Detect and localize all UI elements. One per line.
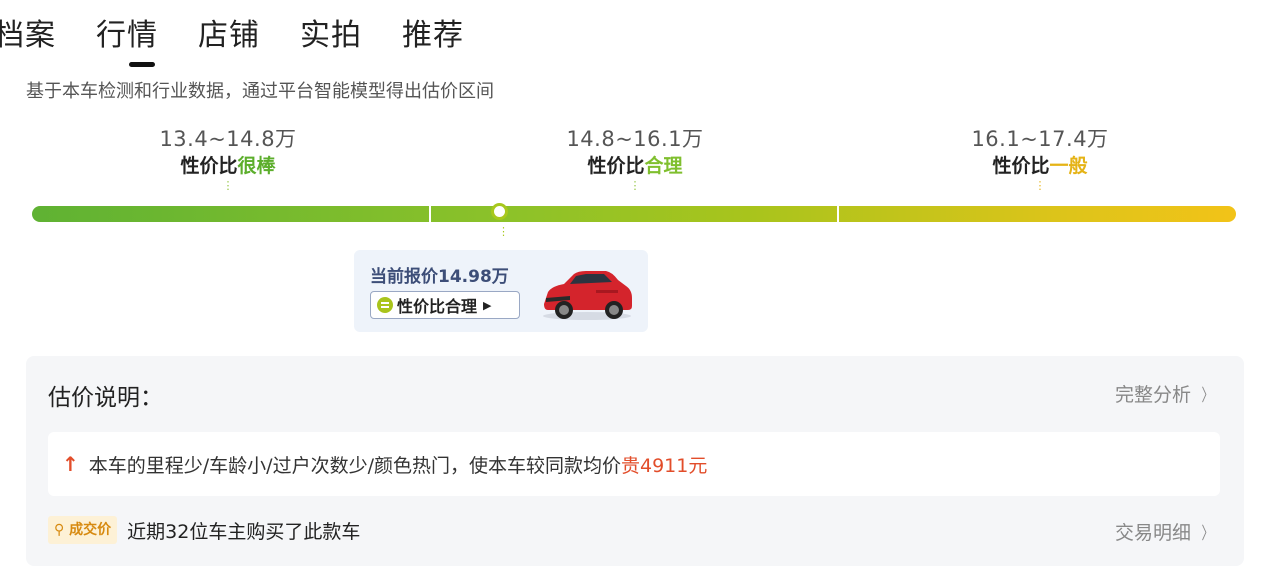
full-analysis-link[interactable]: 完整分析〉 bbox=[1115, 380, 1216, 407]
valuation-explanation-panel: 估价说明： 完整分析〉 ↑ 本车的里程少/车龄小/过户次数少/颜色热门，使本车较… bbox=[26, 356, 1244, 566]
marker-connector: ⋮ bbox=[498, 225, 509, 238]
tab-photos[interactable]: 实拍 bbox=[300, 14, 362, 58]
bar-separator bbox=[429, 206, 431, 222]
arrow-up-icon: ↑ bbox=[62, 452, 79, 476]
value-verdict-label: 性价比合理 bbox=[397, 297, 478, 316]
chevron-right-icon: 〉 bbox=[1201, 524, 1214, 544]
tab-bar: 档案 行情 店铺 实拍 推荐 bbox=[0, 14, 504, 67]
dotted-connector: ⋮ bbox=[629, 179, 641, 192]
range-verdict: 性价比一般 bbox=[992, 155, 1088, 177]
reason-highlight: 贵4911元 bbox=[620, 454, 708, 477]
value-verdict-button[interactable]: 性价比合理 ▶ bbox=[370, 291, 520, 319]
play-triangle-icon: ▶ bbox=[483, 298, 492, 312]
bar-separator bbox=[837, 206, 839, 222]
dotted-connector: ⋮ bbox=[1034, 179, 1046, 192]
transaction-details-link[interactable]: 交易明细〉 bbox=[1115, 518, 1216, 545]
valuation-reason: ↑ 本车的里程少/车龄小/过户次数少/颜色热门，使本车较同款均价 贵4911元 bbox=[48, 432, 1220, 496]
deal-text: 近期32位车主购买了此款车 bbox=[127, 520, 361, 543]
tab-recommend[interactable]: 推荐 bbox=[402, 14, 464, 58]
range-verdict: 性价比合理 bbox=[587, 155, 683, 177]
deal-price-badge: ⚲ 成交价 bbox=[48, 516, 118, 544]
valuation-description: 基于本车检测和行业数据，通过平台智能模型得出估价区间 bbox=[26, 81, 494, 102]
current-price-marker bbox=[491, 203, 508, 220]
range-verdict: 性价比很棒 bbox=[180, 155, 276, 177]
dotted-connector: ⋮ bbox=[222, 179, 234, 192]
current-quote-label: 当前报价14.98万 bbox=[370, 267, 509, 287]
range-price: 14.8~16.1万 bbox=[566, 127, 704, 151]
tab-archive[interactable]: 档案 bbox=[0, 14, 56, 58]
panel-title: 估价说明： bbox=[48, 385, 163, 411]
price-range-average: 16.1~17.4万 性价比一般 ⋮ bbox=[890, 125, 1190, 191]
reason-text: 本车的里程少/车龄小/过户次数少/颜色热门，使本车较同款均价 bbox=[88, 454, 621, 477]
range-price: 13.4~14.8万 bbox=[159, 127, 297, 151]
price-range-great: 13.4~14.8万 性价比很棒 ⋮ bbox=[78, 125, 378, 191]
chevron-right-icon: 〉 bbox=[1201, 386, 1214, 406]
price-gradient-bar bbox=[32, 206, 1236, 222]
equal-icon bbox=[377, 297, 393, 313]
tab-store[interactable]: 店铺 bbox=[198, 14, 260, 58]
range-price: 16.1~17.4万 bbox=[971, 127, 1109, 151]
current-quote-card: 当前报价14.98万 性价比合理 ▶ bbox=[354, 250, 648, 332]
tab-market[interactable]: 行情 bbox=[96, 14, 158, 67]
price-range-fair: 14.8~16.1万 性价比合理 ⋮ bbox=[485, 125, 785, 191]
car-thumbnail bbox=[543, 271, 632, 320]
deal-summary: ⚲ 成交价 近期32位车主购买了此款车 bbox=[48, 516, 360, 544]
